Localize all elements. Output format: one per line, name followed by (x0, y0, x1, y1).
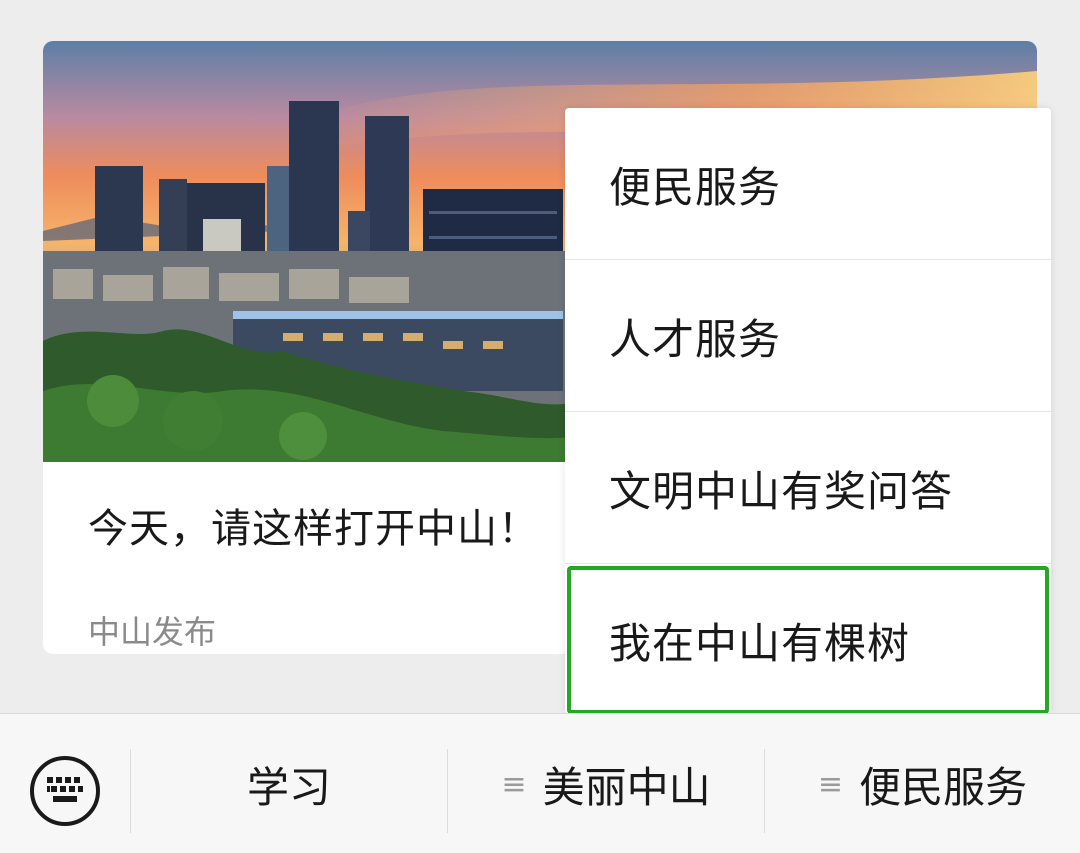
keyboard-icon[interactable] (28, 754, 102, 828)
article-source: 中山发布 (88, 613, 217, 651)
tab-beautiful-zhongshan[interactable]: ≡ 美丽中山 (448, 714, 764, 853)
popup-item-convenience-services[interactable]: 便民服务 (565, 108, 1051, 260)
popup-item-tree-in-zhongshan[interactable]: 我在中山有棵树 (565, 564, 1051, 716)
popup-item-label: 人才服务 (609, 314, 782, 364)
hamburger-icon: ≡ (501, 766, 527, 802)
popup-item-label: 便民服务 (609, 162, 782, 212)
popup-item-label: 文明中山有奖问答 (609, 466, 954, 516)
popup-menu: 便民服务 人才服务 文明中山有奖问答 我在中山有棵树 (565, 108, 1051, 714)
bottom-menu-bar: 学习 ≡ 美丽中山 ≡ 便民服务 (0, 713, 1080, 853)
popup-item-talent-services[interactable]: 人才服务 (565, 260, 1051, 412)
hamburger-icon: ≡ (817, 766, 844, 802)
popup-item-civility-quiz[interactable]: 文明中山有奖问答 (565, 412, 1051, 564)
tab-label: 学习 (246, 762, 331, 812)
popup-item-label: 我在中山有棵树 (609, 618, 911, 668)
tab-convenience-services[interactable]: ≡ 便民服务 (765, 714, 1080, 853)
tab-study[interactable]: 学习 (131, 714, 447, 853)
article-title: 今天，请这样打开中山！ (88, 506, 539, 552)
tab-label: 美丽中山 (542, 762, 711, 812)
tab-label: 便民服务 (859, 762, 1028, 812)
